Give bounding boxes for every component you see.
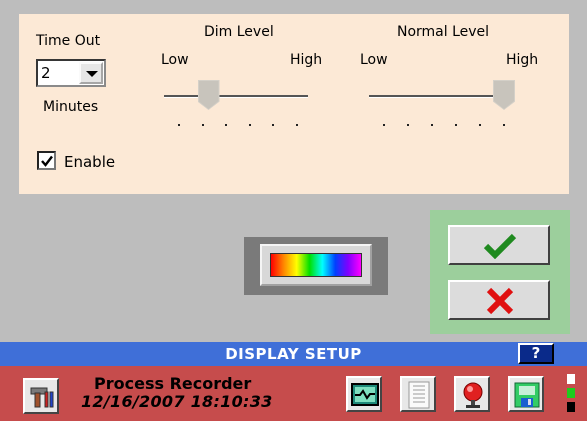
slider-tick <box>178 124 180 126</box>
title-bar: DISPLAY SETUP ? <box>0 342 587 366</box>
help-button[interactable]: ? <box>518 343 554 364</box>
dim-level-slider[interactable] <box>162 80 310 132</box>
chart-button[interactable] <box>346 376 382 412</box>
ok-button[interactable] <box>448 225 550 265</box>
alarm-icon <box>463 382 483 408</box>
dim-slider-track <box>164 95 308 98</box>
tools-button[interactable] <box>23 378 59 414</box>
tools-icon <box>30 387 54 408</box>
slider-tick <box>503 124 505 126</box>
dim-level-title: Dim Level <box>204 24 274 40</box>
timeout-dropdown[interactable]: 2 <box>36 59 106 87</box>
x-icon <box>486 287 514 315</box>
app-name: Process Recorder <box>94 374 252 393</box>
status-indicator-black <box>567 402 575 412</box>
enable-label: Enable <box>64 153 116 171</box>
checkmark-icon <box>483 233 517 259</box>
list-button[interactable] <box>400 376 436 412</box>
normal-level-slider[interactable] <box>367 80 517 132</box>
timeout-value: 2 <box>41 64 51 82</box>
slider-tick <box>272 124 275 126</box>
dim-low-label: Low <box>161 52 189 68</box>
slider-tick <box>479 124 481 126</box>
slider-tick <box>225 124 228 126</box>
normal-high-label: High <box>506 52 539 68</box>
normal-slider-track <box>369 95 509 98</box>
slider-tick <box>431 124 433 126</box>
chart-icon <box>351 383 379 406</box>
timeout-label: Time Out <box>36 33 101 49</box>
normal-slider-thumb[interactable] <box>493 80 515 110</box>
datetime-display: 12/16/2007 18:10:33 <box>81 392 273 411</box>
slider-tick <box>201 124 204 126</box>
save-icon <box>514 382 540 408</box>
save-button[interactable] <box>508 376 544 412</box>
status-indicator-white <box>567 374 575 384</box>
slider-tick <box>296 124 298 126</box>
alarm-button[interactable] <box>454 376 490 412</box>
slider-tick <box>407 124 409 126</box>
enable-checkbox[interactable] <box>37 151 56 170</box>
cancel-button[interactable] <box>448 280 550 320</box>
normal-level-title: Normal Level <box>397 24 490 40</box>
page-title: DISPLAY SETUP <box>225 345 362 363</box>
chevron-down-icon[interactable] <box>79 62 103 84</box>
slider-tick <box>248 124 251 126</box>
slider-tick <box>455 124 457 126</box>
dim-high-label: High <box>290 52 323 68</box>
status-indicator-green <box>567 388 575 398</box>
color-palette-button[interactable] <box>260 244 372 286</box>
slider-tick <box>383 124 385 126</box>
normal-low-label: Low <box>360 52 388 68</box>
rainbow-swatch-icon <box>270 253 362 277</box>
minutes-label: Minutes <box>43 99 99 115</box>
list-icon <box>408 381 430 409</box>
dim-slider-thumb[interactable] <box>197 80 220 110</box>
status-bar: Process Recorder 12/16/2007 18:10:33 <box>0 366 587 421</box>
checkmark-icon <box>41 155 53 167</box>
